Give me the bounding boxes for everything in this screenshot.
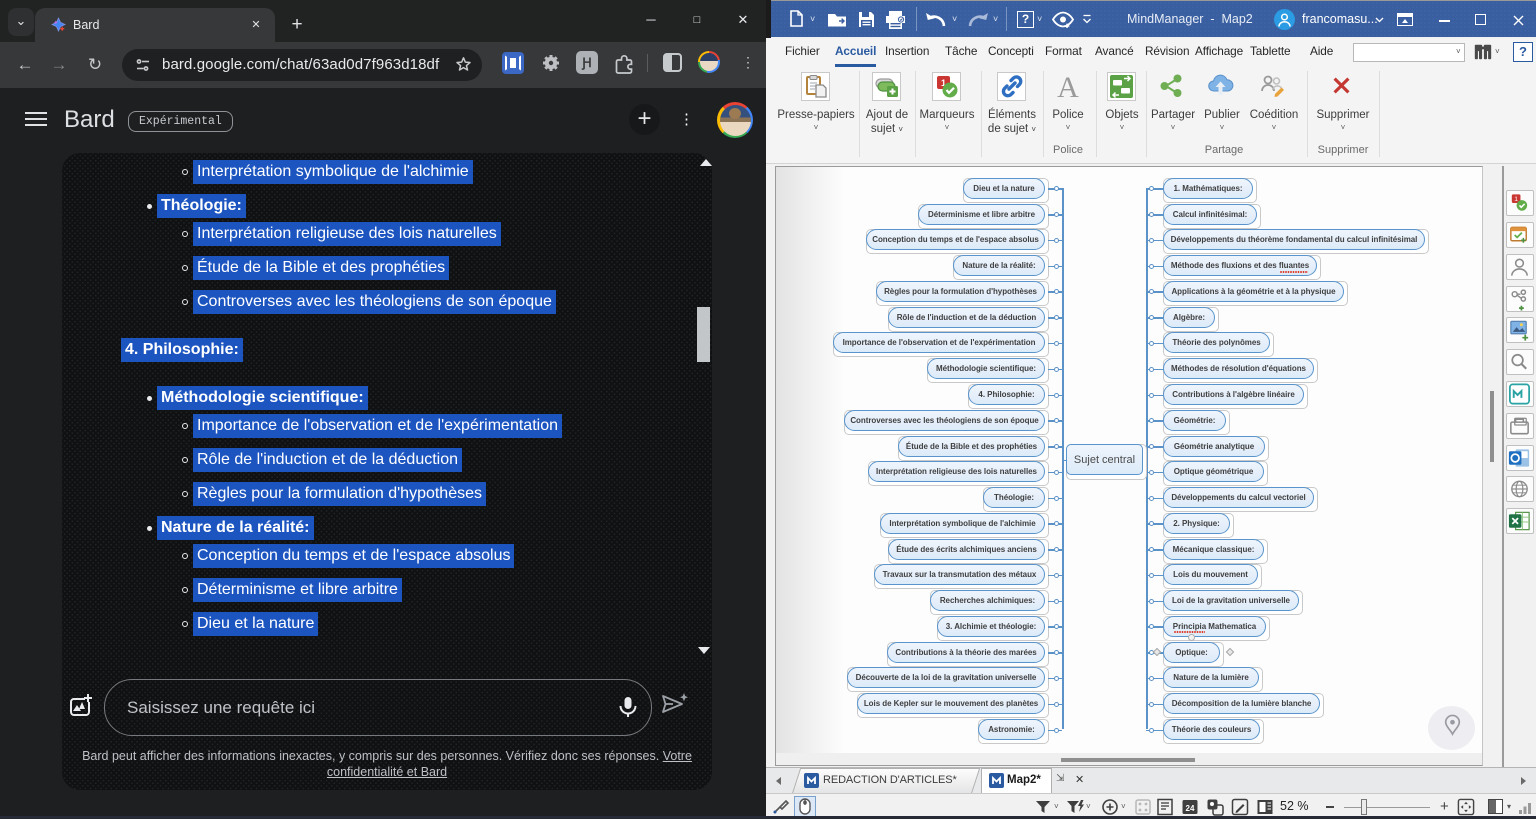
svg-text:A: A bbox=[1057, 72, 1079, 102]
svg-text:1: 1 bbox=[1514, 196, 1518, 203]
svg-text:24: 24 bbox=[1186, 804, 1195, 813]
